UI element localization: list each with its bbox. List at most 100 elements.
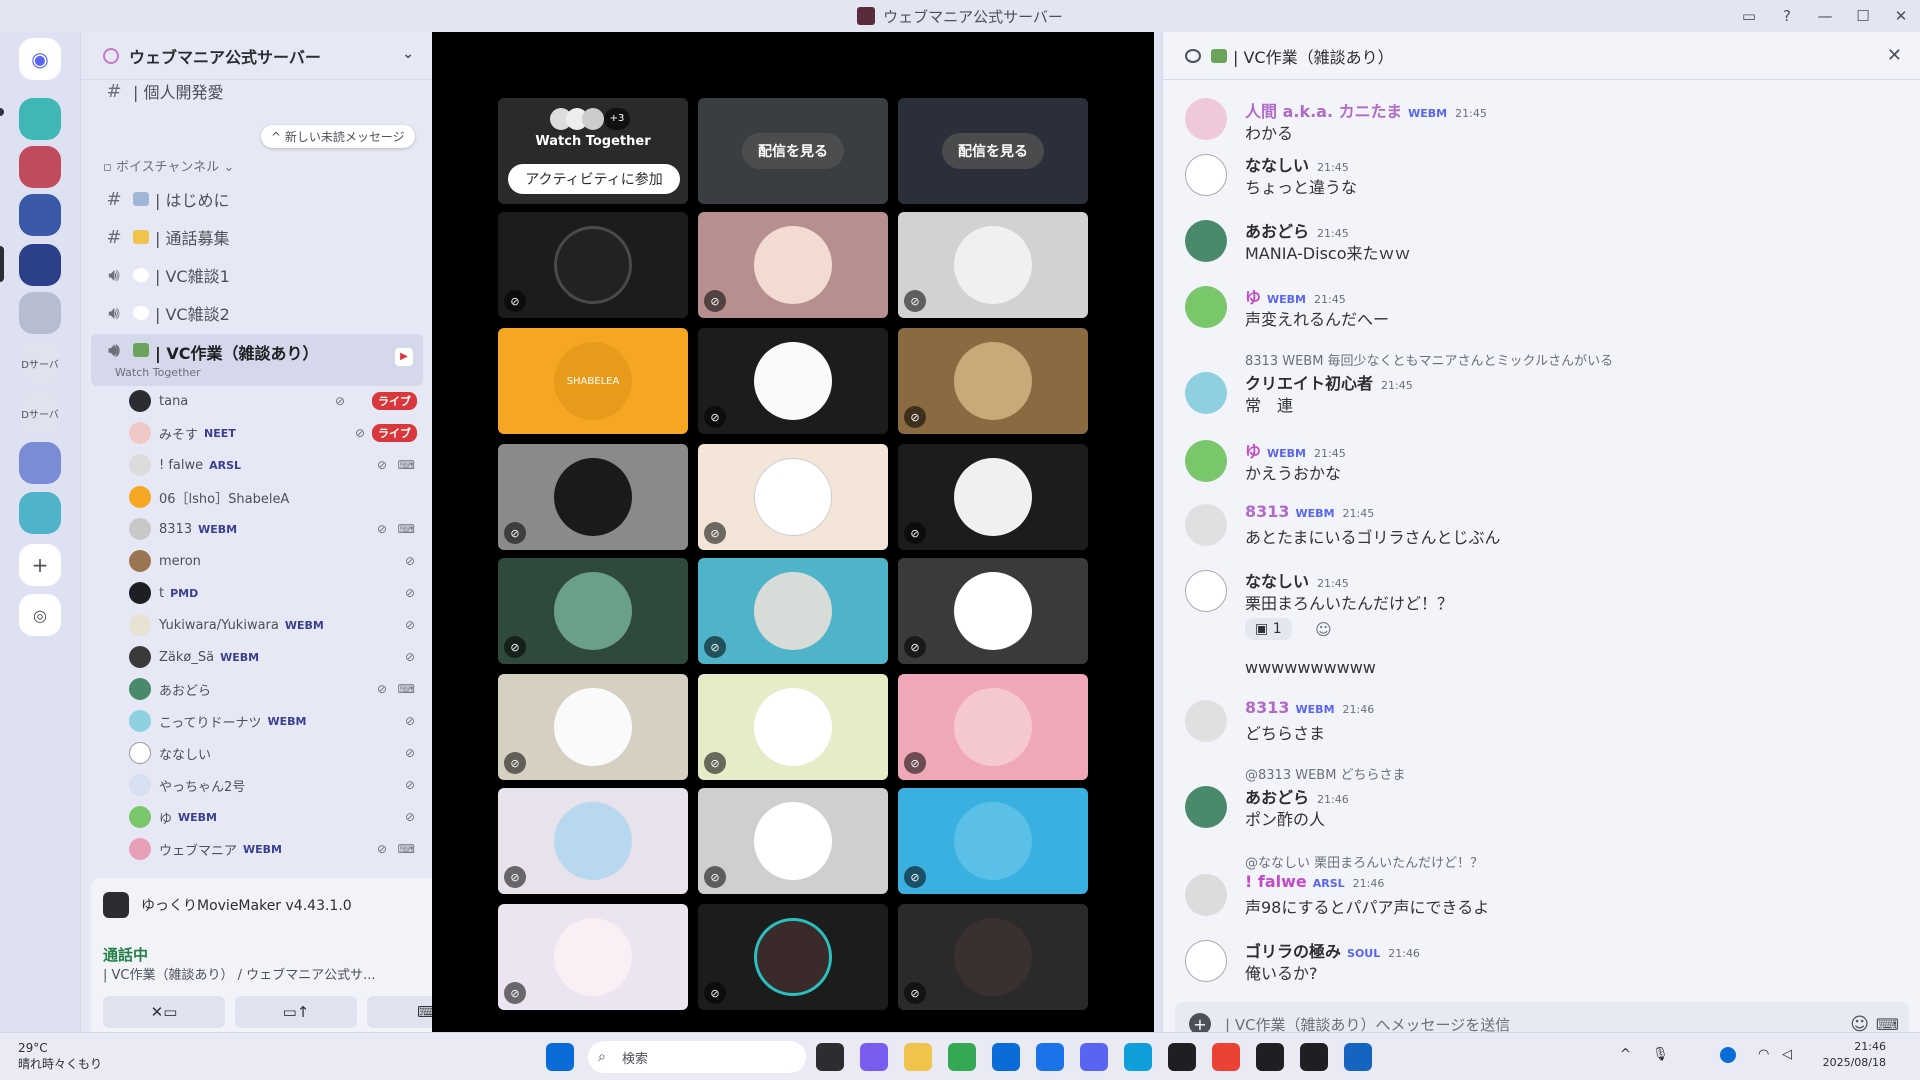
voice-user[interactable]: ウェブマニア WEBM ⊘ ⌨ [129, 834, 425, 864]
voice-user[interactable]: こってりドーナツ WEBM ⊘ [129, 706, 425, 736]
voice-user[interactable]: あおどら ⊘ ⌨ [129, 674, 425, 704]
participant-tile[interactable]: ⊘ [498, 558, 688, 664]
avatar[interactable] [1185, 154, 1227, 196]
participant-tile[interactable]: ⊘ [698, 444, 888, 550]
guild-header[interactable]: ウェブマニア公式サーバー ⌄ [81, 32, 432, 80]
participant-tile[interactable]: ⊘ [698, 212, 888, 318]
server-icon-4[interactable] [19, 292, 61, 334]
reaction[interactable]: ▣ 1 [1245, 618, 1292, 640]
participant-tile[interactable]: ⊘ [698, 558, 888, 664]
voice-user[interactable]: Yukiwara/Yukiwara WEBM ⊘ [129, 610, 425, 640]
stream-tile[interactable]: 配信を見る [698, 98, 888, 204]
participant-tile[interactable]: SHABELEA [498, 328, 688, 434]
message[interactable]: ゴリラの極み SOUL 21:46 俺いるか? [1185, 936, 1895, 994]
message[interactable]: ゆ WEBM 21:45 声変えれるんだへー [1185, 282, 1895, 340]
watch-together-tile[interactable]: +3 Watch Together アクティビティに参加 [498, 98, 688, 204]
voice-user[interactable]: 8313 WEBM ⊘ ⌨ [129, 514, 425, 544]
message[interactable]: ゆ WEBM 21:45 かえうおかな [1185, 436, 1895, 494]
wifi-icon[interactable]: ◠ [1758, 1047, 1769, 1062]
voice-user[interactable]: みそす NEET ⊘ ライブ [129, 418, 425, 448]
avatar[interactable] [1185, 570, 1227, 612]
watch-stream-button[interactable]: 配信を見る [742, 133, 844, 169]
task-view-icon[interactable] [816, 1043, 844, 1071]
server-icon-2[interactable] [19, 146, 61, 188]
participant-tile[interactable]: ⊘ [498, 788, 688, 894]
avatar[interactable] [1185, 98, 1227, 140]
server-icon-webmania[interactable] [19, 244, 61, 286]
avatar[interactable] [1185, 874, 1227, 916]
help-icon[interactable]: ? [1768, 7, 1806, 25]
gamepad-icon[interactable]: ⌨ [1876, 1015, 1899, 1034]
minimize-button[interactable]: — [1806, 7, 1844, 25]
server-icon-5[interactable] [19, 442, 61, 484]
close-button[interactable]: ✕ [1882, 7, 1920, 25]
channel-vc-work[interactable]: 🔊︎ | VC作業（雑談あり） Watch Together ▶ [91, 334, 423, 386]
taskbar-search[interactable]: ⌕ 検索 [588, 1041, 806, 1073]
avatar[interactable] [1185, 786, 1227, 828]
participant-tile[interactable]: ⊘ [898, 674, 1088, 780]
screen-share-button[interactable]: ▭↑ [235, 996, 357, 1028]
message[interactable]: 8313 WEBM 21:45 あとたまにいるゴリラさんとじぶん [1185, 500, 1895, 558]
edge-icon[interactable] [1124, 1043, 1152, 1071]
voice-category[interactable]: ▫ ボイスチャンネル ⌄ [103, 156, 234, 175]
camera-button[interactable]: ✕▭ [103, 996, 225, 1028]
chatgpt-icon[interactable] [1168, 1043, 1196, 1071]
voice-user[interactable]: t PMD ⊘ [129, 578, 425, 608]
stream-tile[interactable]: 配信を見る [898, 98, 1088, 204]
copilot-icon[interactable] [860, 1043, 888, 1071]
microphone-icon[interactable]: 🎙︎ [1652, 1047, 1669, 1062]
avatar[interactable] [1185, 372, 1227, 414]
avatar[interactable] [1185, 700, 1227, 742]
maximize-button[interactable]: ☐ [1844, 7, 1882, 25]
message[interactable]: ななしい 21:45 ちょっと違うな [1185, 150, 1895, 208]
avatar[interactable] [1185, 440, 1227, 482]
voice-user[interactable]: やっちゃん2号 ⊘ [129, 770, 425, 800]
message[interactable]: 人間 a.k.a. カニたま WEBM 21:45 わかる [1185, 86, 1895, 144]
volume-icon[interactable]: ◁ [1782, 1047, 1792, 1062]
participant-tile[interactable]: ⊘ [898, 444, 1088, 550]
participant-tile[interactable]: ⊘ [698, 788, 888, 894]
server-icon-3[interactable] [19, 194, 61, 236]
add-server-icon[interactable]: + [19, 544, 61, 586]
store-icon[interactable] [1036, 1043, 1064, 1071]
message[interactable]: 8313 WEBM 21:46 どちらさま [1185, 696, 1895, 754]
channel-vc-chat-2[interactable]: 🔊︎ | VC雑談2 [91, 296, 423, 330]
message[interactable]: @8313 WEBM どちらさま あおどら 21:46 ポン酢の人 [1185, 764, 1895, 836]
participant-tile[interactable]: ⊘ [898, 904, 1088, 1010]
voice-location[interactable]: | VC作業（雑談あり） / ウェブマニア公式サ... [103, 964, 433, 983]
participant-tile[interactable]: ⊘ [498, 674, 688, 780]
join-activity-button[interactable]: アクティビティに参加 [508, 164, 680, 194]
participant-tile[interactable]: ⊘ [698, 904, 888, 1010]
server-icon-6[interactable] [19, 492, 61, 534]
tray-overflow-icon[interactable]: ^ [1620, 1047, 1631, 1062]
server-icon-1[interactable] [19, 98, 61, 140]
voice-user[interactable]: ななしい ⊘ [129, 738, 425, 768]
discord-home-icon[interactable]: ◉ [19, 38, 61, 80]
app-icon-yu[interactable] [1300, 1043, 1328, 1071]
voice-user[interactable]: 06［lsho］ShabeleA [129, 482, 425, 512]
avatar[interactable] [1185, 504, 1227, 546]
inbox-icon[interactable]: ▭ [1730, 7, 1768, 25]
start-button[interactable] [546, 1043, 574, 1071]
participant-tile[interactable]: ⊘ [498, 904, 688, 1010]
voice-user[interactable]: meron ⊘ [129, 546, 425, 576]
new-messages-pill[interactable]: ^ 新しい未読メッセージ [261, 125, 415, 148]
discover-icon[interactable]: ◎ [19, 594, 61, 636]
voice-user[interactable]: ゆ WEBM ⊘ [129, 802, 425, 832]
voice-user[interactable]: Zäkø_Sä WEBM ⊘ [129, 642, 425, 672]
channel-call-recruit[interactable]: # | 通話募集 [91, 220, 423, 254]
channel-vc-chat-1[interactable]: 🔊︎ | VC雑談1 [91, 258, 423, 292]
voice-user[interactable]: ! falwe ARSL ⊘ ⌨ [129, 450, 425, 480]
message[interactable]: あおどら 21:45 MANIA-Disco来たｗｗ [1185, 216, 1895, 274]
taskbar-clock[interactable]: 21:46 2025/08/18 [1823, 1039, 1886, 1071]
chrome-icon[interactable] [948, 1043, 976, 1071]
participant-tile[interactable]: ⊘ [898, 558, 1088, 664]
participant-tile[interactable]: ⊘ [498, 212, 688, 318]
onedrive-icon[interactable] [1720, 1047, 1736, 1063]
add-reaction-icon[interactable]: ☺ [1315, 620, 1332, 639]
server-folder-2[interactable]: Dサーバ [19, 392, 61, 434]
avatar[interactable] [1185, 940, 1227, 982]
server-folder-1[interactable]: Dサーバ [19, 342, 61, 384]
chrome-profile-icon[interactable] [1212, 1043, 1240, 1071]
participant-tile[interactable]: ⊘ [898, 788, 1088, 894]
